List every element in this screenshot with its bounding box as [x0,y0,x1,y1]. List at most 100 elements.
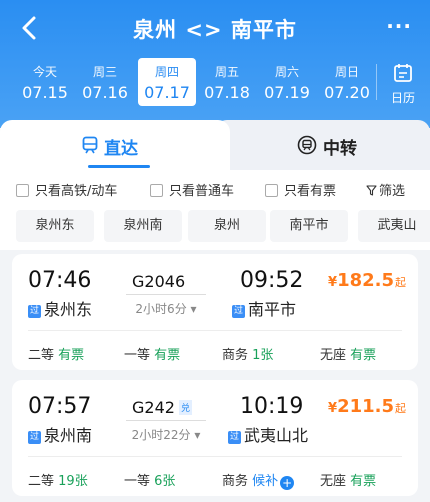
station-chip[interactable]: 泉州东 [16,210,94,242]
route-line [126,294,206,295]
price: ¥211.5起 [328,396,406,417]
seat-status: 1张 [252,348,274,363]
filter-normal-train-label: 只看普通车 [169,184,235,199]
seat-status: 有票 [350,348,377,363]
filter-available-label: 只看有票 [284,184,337,199]
arrival-station: 过武夷山北 [228,422,308,446]
price-suffix: 起 [395,276,406,289]
card-divider [28,330,402,331]
date-item-4[interactable]: 周六 07.19 [258,58,316,106]
train-card[interactable]: 07:46 G2046 2小时6分 ▾ 09:52 过泉州东 过南平市 ¥182… [12,254,418,370]
price-value: 182.5 [337,270,394,291]
station-filter-chips: 泉州东 泉州南 泉州 南平市 武夷山 [0,206,430,250]
plus-icon[interactable]: + [280,476,295,490]
seat-no-seat: 无座 有票 [320,470,376,489]
caret-down-icon: ▾ [190,302,197,316]
arrival-station-name: 南平市 [248,300,297,319]
pass-through-icon: 过 [228,431,241,444]
seat-business: 商务 1张 [222,344,273,363]
top-header: 泉州 <> 南平市 ··· 今天 07.15 周三 07.16 周四 07.17… [0,0,430,128]
pass-through-icon: 过 [28,305,41,318]
duration-text: 2小时6分 [135,302,187,316]
departure-station-name: 泉州东 [44,300,93,319]
seat-type: 无座 [320,474,347,489]
seat-type: 一等 [124,348,151,363]
train-number-text: G2046 [132,272,186,291]
date-value: 07.15 [22,83,68,102]
arrival-time: 09:52 [240,268,304,293]
duration-text: 2小时22分 [131,428,191,442]
date-value: 07.16 [82,83,128,102]
checkbox-box [16,184,29,197]
checkbox-box [150,184,163,197]
date-weekday: 周六 [274,65,299,79]
transfer-train-icon [297,135,317,155]
seat-type: 一等 [124,474,151,489]
date-value: 07.20 [324,83,370,102]
seat-type: 二等 [28,474,55,489]
filter-normal-train-checkbox[interactable]: 只看普通车 [150,180,235,199]
duration[interactable]: 2小时6分 ▾ [126,300,206,317]
seat-type: 商务 [222,348,249,363]
date-selector: 今天 07.15 周三 07.16 周四 07.17 周五 07.18 周六 0… [14,58,374,108]
filter-button-label: 筛选 [379,184,406,199]
pass-through-icon: 过 [232,305,245,318]
price-value: 211.5 [337,396,394,417]
tab-active-indicator [88,165,150,168]
date-weekday: 今天 [32,65,57,79]
card-divider [28,456,402,457]
station-chip[interactable]: 泉州南 [104,210,182,242]
seat-status: 有票 [154,348,181,363]
seat-status-waitlist: 候补 [252,474,279,489]
filter-available-checkbox[interactable]: 只看有票 [265,180,337,199]
seat-no-seat: 无座 有票 [320,344,376,363]
train-number: G2046 [132,272,185,291]
date-weekday: 周四 [154,65,179,79]
pass-through-icon: 过 [28,431,41,444]
price-symbol: ¥ [328,401,338,416]
calendar-button[interactable]: 日历 [386,62,420,105]
station-chip[interactable]: 南平市 [270,210,348,242]
train-card[interactable]: 07:57 G242 兑 2小时22分 ▾ 10:19 过泉州南 过武夷山北 ¥2… [12,380,418,496]
tab-direct[interactable]: 直达 [0,120,230,170]
station-chip[interactable]: 武夷山 [358,210,430,242]
seat-type: 商务 [222,474,249,489]
date-item-3[interactable]: 周五 07.18 [198,58,256,106]
seat-status: 有票 [350,474,377,489]
seat-business[interactable]: 商务 候补 + [222,470,295,490]
filter-high-speed-label: 只看高铁/动车 [35,184,118,199]
date-weekday: 周三 [92,65,117,79]
tab-direct-label: 直达 [104,139,138,159]
tab-transfer[interactable]: 中转 [215,120,430,170]
filter-button[interactable]: 筛选 [366,180,406,199]
funnel-icon [366,185,377,196]
route-line [126,420,206,421]
arrival-time: 10:19 [240,394,304,419]
route-title: 泉州 <> 南平市 [133,18,297,42]
date-item-5[interactable]: 周日 07.20 [318,58,376,106]
redeem-badge: 兑 [178,400,192,415]
filter-high-speed-checkbox[interactable]: 只看高铁/动车 [16,180,118,199]
checkbox-box [265,184,278,197]
arrival-station-name: 武夷山北 [244,426,309,445]
train-number-text: G242 [132,398,175,417]
date-item-1[interactable]: 周三 07.16 [76,58,134,106]
calendar-label: 日历 [390,91,415,105]
tab-transfer-label: 中转 [323,139,357,159]
price: ¥182.5起 [328,270,406,291]
more-menu-icon[interactable]: ··· [386,14,412,38]
seat-status: 19张 [58,474,88,489]
date-item-0[interactable]: 今天 07.15 [16,58,74,106]
seat-status: 6张 [154,474,176,489]
date-weekday: 周日 [334,65,359,79]
date-item-2-selected[interactable]: 周四 07.17 [138,58,196,106]
date-weekday: 周五 [214,65,239,79]
station-chip[interactable]: 泉州 [188,210,266,242]
filter-row: 只看高铁/动车 只看普通车 只看有票 筛选 [0,170,430,206]
route-type-tabs: 中转 直达 [0,120,430,170]
duration[interactable]: 2小时22分 ▾ [126,426,206,443]
departure-station-name: 泉州南 [44,426,93,445]
direct-train-icon [82,136,98,154]
price-suffix: 起 [395,402,406,415]
date-value: 07.18 [204,83,250,102]
